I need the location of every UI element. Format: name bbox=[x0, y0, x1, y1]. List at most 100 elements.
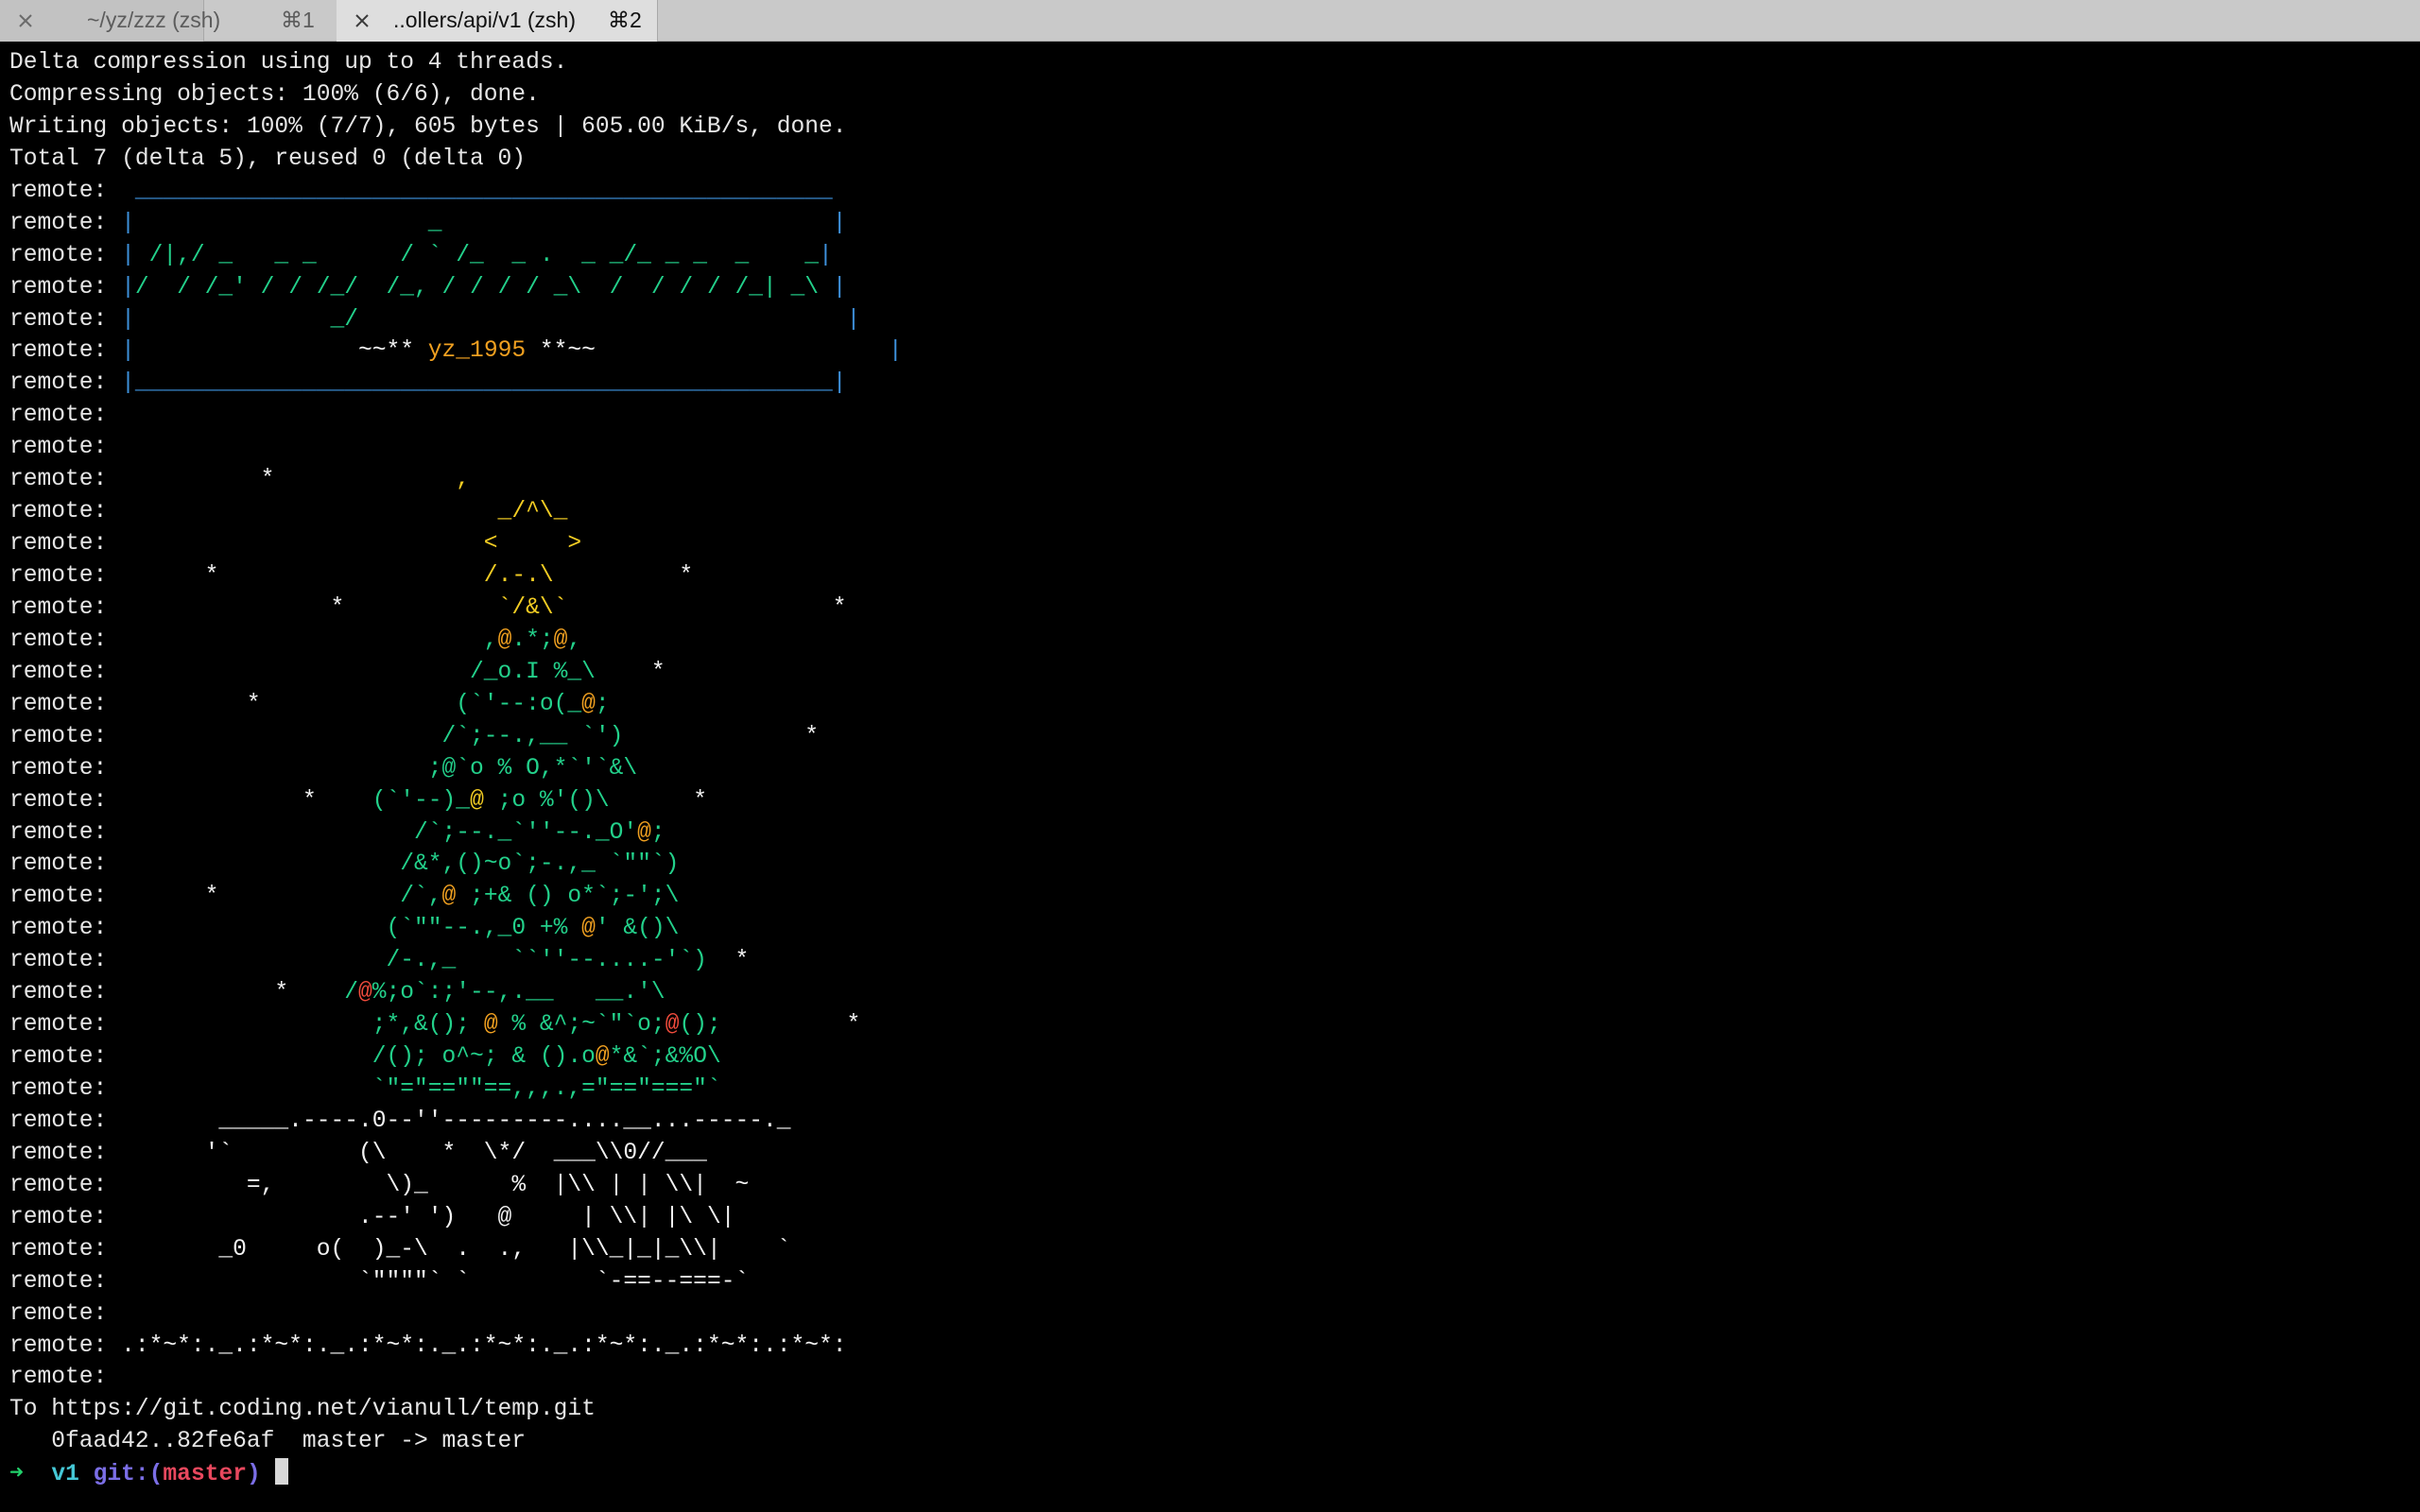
terminal-text-segment: | bbox=[888, 338, 903, 365]
terminal-line: remote: | _/ | bbox=[9, 304, 903, 336]
terminal-text-segment: remote: bbox=[9, 916, 122, 942]
terminal-text-segment: remote: bbox=[9, 980, 122, 1006]
terminal-line: remote: bbox=[9, 1298, 903, 1331]
terminal-text-segment: ; bbox=[595, 691, 610, 717]
tab-zzz[interactable]: ~/yz/zzz (zsh) ⌘1 bbox=[0, 0, 315, 42]
terminal-text-segment: | bbox=[121, 242, 135, 268]
terminal-text-segment: * bbox=[609, 787, 707, 814]
terminal-line: remote: /&*,()~o`;-.,_ `""`) bbox=[9, 849, 903, 881]
terminal-text-segment: /`;--.,__ `') bbox=[121, 723, 624, 749]
terminal-text-segment: master bbox=[163, 1462, 247, 1488]
terminal-line: remote: | ~~** yz_1995 **~~ | bbox=[9, 335, 903, 368]
terminal-text-segment: Delta compression using up to 4 threads. bbox=[9, 50, 568, 76]
terminal-text-segment: ;*,&(); bbox=[121, 1012, 484, 1039]
terminal-text-segment: `/&\` bbox=[344, 594, 568, 621]
terminal-text-segment: remote: bbox=[9, 691, 122, 717]
terminal-text-segment: (`'--)_ bbox=[316, 787, 471, 814]
terminal-text-segment: |_______________________________________… bbox=[121, 370, 847, 397]
tab-api-v1[interactable]: ..ollers/api/v1 (zsh) ⌘2 bbox=[337, 0, 658, 42]
terminal-text-segment: @ bbox=[637, 819, 651, 846]
terminal-line: remote: | _ | bbox=[9, 208, 903, 240]
terminal-text-segment: Writing objects: 100% (7/7), 605 bytes |… bbox=[9, 113, 847, 140]
terminal-text-segment: @ bbox=[581, 691, 596, 717]
terminal-output[interactable]: Delta compression using up to 4 threads.… bbox=[0, 42, 2420, 1512]
terminal-text-segment: remote: bbox=[9, 274, 122, 301]
terminal-text-segment: **~~ bbox=[526, 338, 889, 365]
terminal-text-segment: (`""--.,_0 +% bbox=[121, 916, 582, 942]
terminal-text-segment: /-.,_ ``''--....-'`) bbox=[121, 948, 707, 974]
terminal-text-segment: * bbox=[623, 723, 820, 749]
terminal-text-segment: .:*~*:._.:*~*:._.:*~*:._.:*~*:._.:*~*:._… bbox=[121, 1332, 847, 1359]
terminal-text-segment: * bbox=[567, 594, 847, 621]
terminal-line: remote: * /`,@ ;+& () o*`;-';\ bbox=[9, 881, 903, 913]
terminal-text-segment: ' &()\ bbox=[595, 916, 680, 942]
terminal-text-segment: To https://git.coding.net/vianull/temp.g… bbox=[9, 1397, 596, 1423]
terminal-text-segment: %;o`:;'--,.__ __.'\ bbox=[372, 980, 666, 1006]
terminal-line: remote: |/ / /_' / / /_/ /_, / / / / _\ … bbox=[9, 272, 903, 304]
terminal-text-segment: _/^\_ bbox=[121, 499, 568, 525]
terminal-line: remote: /`;--.,__ `') * bbox=[9, 721, 903, 753]
text-cursor bbox=[274, 1458, 288, 1486]
terminal-text-segment: remote: bbox=[9, 723, 122, 749]
terminal-text-segment: _0 o( )_-\ . ., |\\_|_|_\\| ` bbox=[121, 1236, 791, 1263]
terminal-text-segment: remote: bbox=[9, 178, 122, 204]
terminal-line: remote: _/^\_ bbox=[9, 496, 903, 528]
terminal-line: To https://git.coding.net/vianull/temp.g… bbox=[9, 1394, 903, 1426]
terminal-text-segment: remote: bbox=[9, 499, 122, 525]
close-icon[interactable] bbox=[13, 9, 38, 33]
terminal-text-segment: @ bbox=[470, 787, 484, 814]
terminal-line: remote: ;*,&(); @ % &^;~`"`o;@(); * bbox=[9, 1009, 903, 1041]
terminal-text-segment: @ bbox=[595, 1044, 610, 1071]
terminal-text-segment: _____.----.0--''---------....__...-----.… bbox=[121, 1108, 791, 1134]
terminal-text-segment: | bbox=[832, 210, 847, 236]
terminal-text-segment: * bbox=[121, 691, 261, 717]
terminal-text-segment: @ bbox=[553, 627, 568, 653]
terminal-line: Compressing objects: 100% (6/6), done. bbox=[9, 79, 903, 112]
terminal-text-segment: remote: bbox=[9, 531, 122, 558]
terminal-text-segment: Total 7 (delta 5), reused 0 (delta 0) bbox=[9, 146, 527, 172]
terminal-line: remote: * , bbox=[9, 464, 903, 496]
terminal-text-segment: | bbox=[121, 210, 135, 236]
terminal-text-segment: remote: bbox=[9, 787, 122, 814]
terminal-text-segment: remote: bbox=[9, 403, 122, 429]
terminal-text-segment: remote: bbox=[9, 594, 122, 621]
terminal-text-segment: remote: bbox=[9, 755, 122, 782]
terminal-line: remote: | /|,/ _ _ _ / ` /_ _ . _ _/_ _ … bbox=[9, 240, 903, 272]
terminal-text-segment: | bbox=[121, 274, 135, 301]
terminal-text-segment: | bbox=[846, 306, 861, 333]
terminal-line: remote: * /@%;o`:;'--,.__ __.'\ bbox=[9, 977, 903, 1009]
terminal-text-segment: remote: bbox=[9, 1332, 122, 1359]
terminal-text-segment: remote: bbox=[9, 1365, 122, 1391]
terminal-text-segment: Compressing objects: 100% (6/6), done. bbox=[9, 81, 540, 108]
terminal-text-segment: remote: bbox=[9, 338, 122, 365]
terminal-line: remote: ________________________________… bbox=[9, 176, 903, 208]
terminal-text-segment: ➜ bbox=[9, 1462, 38, 1488]
terminal-text-segment: remote: bbox=[9, 627, 122, 653]
terminal-text-segment: ) bbox=[246, 1462, 261, 1488]
terminal-text-segment: remote: bbox=[9, 210, 122, 236]
terminal-text-segment: ; bbox=[650, 819, 666, 846]
terminal-line: remote: * (`'--)_@ ;o %'()\ * bbox=[9, 785, 903, 817]
terminal-text-segment: /`, bbox=[218, 884, 442, 910]
terminal-text-segment: * bbox=[121, 787, 317, 814]
terminal-line: remote: * (`'--:o(_@; bbox=[9, 689, 903, 721]
terminal-text-segment: remote: bbox=[9, 659, 122, 685]
close-icon[interactable] bbox=[350, 9, 374, 33]
terminal-text-segment: ;@`o % O,*`'`&\ bbox=[121, 755, 638, 782]
terminal-text-segment: remote: bbox=[9, 1204, 122, 1230]
terminal-line: remote: bbox=[9, 400, 903, 432]
terminal-text-segment: (); bbox=[679, 1012, 721, 1039]
terminal-text-segment: remote: bbox=[9, 819, 122, 846]
terminal-text-segment: * bbox=[706, 948, 750, 974]
terminal-text-segment: remote: bbox=[9, 1140, 122, 1166]
terminal-line: remote: /(); o^~; & ().o@*&`;&%O\ bbox=[9, 1041, 903, 1074]
terminal-line: remote: bbox=[9, 1362, 903, 1394]
terminal-line: remote: /`;--._`''--._O'@; bbox=[9, 817, 903, 850]
terminal-text-segment: remote: bbox=[9, 1172, 122, 1198]
terminal-text-segment: /|,/ _ _ _ / ` /_ _ . _ _/_ _ _ _ _ bbox=[134, 242, 820, 268]
terminal-text-segment: `"="==""==,,,.,="=="==="` bbox=[121, 1076, 721, 1102]
tab-shortcut: ⌘2 bbox=[608, 8, 642, 32]
terminal-line: remote: '` (\ * \*/ ___\\0//___ bbox=[9, 1138, 903, 1170]
terminal-text-segment: ________________________________________… bbox=[121, 178, 833, 204]
terminal-text-segment: v1 bbox=[37, 1462, 94, 1488]
